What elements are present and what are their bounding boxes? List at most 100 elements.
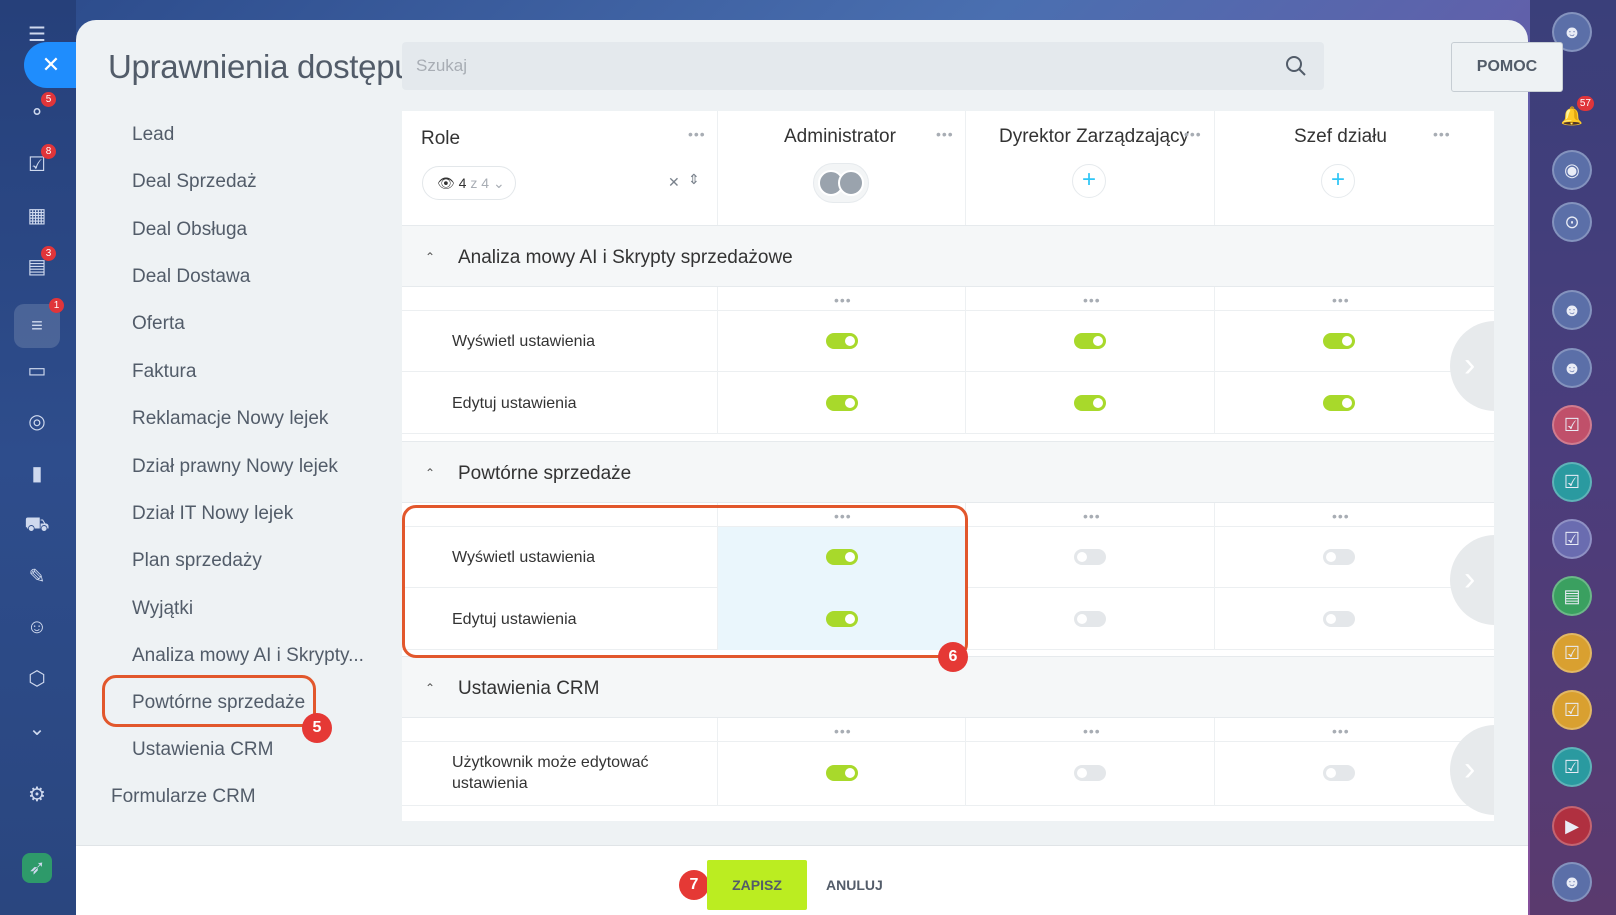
analytics-icon[interactable]: ▮ xyxy=(22,459,52,489)
target-icon[interactable]: ◎ xyxy=(22,407,52,437)
permission-toggle[interactable] xyxy=(1074,395,1106,411)
sign-icon[interactable]: ✎ xyxy=(22,562,52,592)
administrator-members[interactable] xyxy=(813,163,869,203)
crm-funnel-icon[interactable]: ≡ 1 xyxy=(14,298,64,348)
cart-icon[interactable]: ⛟ xyxy=(22,510,52,540)
sidebar-item-exceptions[interactable]: Wyjątki xyxy=(132,598,193,620)
save-button[interactable]: ZAPISZ xyxy=(707,860,807,910)
column-divider xyxy=(965,718,966,742)
task-chat-icon[interactable]: ☑ xyxy=(1552,405,1592,445)
sidebar-item-ai-speech[interactable]: Analiza mowy AI i Skrypty... xyxy=(132,645,364,667)
chevron-up-icon[interactable]: ⌃ xyxy=(425,681,435,695)
contact-avatar[interactable]: ☻ xyxy=(1552,348,1592,388)
sidebar-item-legal[interactable]: Dział prawny Nowy lejek xyxy=(132,456,338,478)
section-header[interactable]: ⌃ Analiza mowy AI i Skrypty sprzedażowe xyxy=(402,225,1494,287)
column-divider xyxy=(1214,718,1215,742)
column-menu-icon[interactable]: ••• xyxy=(1083,724,1101,738)
sidebar-item-quote[interactable]: Oferta xyxy=(132,313,185,335)
contact-avatar[interactable]: ☻ xyxy=(1552,862,1592,902)
task-chat-icon[interactable]: ☑ xyxy=(1552,633,1592,673)
add-member-button[interactable]: + xyxy=(1072,164,1106,198)
sidebar-item-deal-sales[interactable]: Deal Sprzedaż xyxy=(132,171,257,193)
permission-toggle[interactable] xyxy=(1074,765,1106,781)
notifications-icon[interactable]: 🔔 57 xyxy=(1552,96,1594,138)
contact-avatar[interactable]: ☻ xyxy=(1552,290,1592,330)
permission-toggle[interactable] xyxy=(826,395,858,411)
column-header-administrator: Administrator xyxy=(784,126,896,147)
permission-toggle[interactable] xyxy=(1323,549,1355,565)
sales-badge: 5 xyxy=(41,92,56,107)
permission-row: Wyświetl ustawienia xyxy=(402,311,1494,372)
sidebar-item-lead[interactable]: Lead xyxy=(132,124,174,146)
calendar-icon[interactable]: ▦ xyxy=(22,201,52,231)
permission-toggle[interactable] xyxy=(1323,395,1355,411)
permission-toggle[interactable] xyxy=(1074,611,1106,627)
permission-toggle[interactable] xyxy=(1074,333,1106,349)
close-panel-button[interactable]: ✕ xyxy=(24,42,76,88)
settings-gear-icon[interactable]: ⚙ xyxy=(22,780,52,810)
sidebar-item-complaints[interactable]: Reklamacje Nowy lejek xyxy=(132,408,328,430)
column-divider xyxy=(965,372,966,434)
sales-funnel-icon[interactable]: ⚬ 5 xyxy=(22,92,56,128)
section-menu-row: ••• ••• ••• xyxy=(402,718,1494,742)
column-menu-icon[interactable]: ••• xyxy=(936,127,954,141)
column-divider xyxy=(1214,527,1215,588)
permission-label: Użytkownik może edytować ustawienia xyxy=(452,754,649,792)
column-menu-icon[interactable]: ••• xyxy=(1332,724,1350,738)
permission-toggle[interactable] xyxy=(1323,611,1355,627)
store-icon[interactable]: ▭ xyxy=(22,356,52,386)
column-menu-icon[interactable]: ••• xyxy=(1083,509,1101,523)
cancel-button[interactable]: ANULUJ xyxy=(826,860,883,910)
document-chat-icon[interactable]: ▤ xyxy=(1552,576,1592,616)
contacts-icon[interactable]: ▤ 3 xyxy=(22,246,56,282)
column-menu-icon[interactable]: ••• xyxy=(1184,127,1202,141)
search-box[interactable] xyxy=(402,42,1324,90)
chevron-down-icon[interactable]: ⌄ xyxy=(22,714,52,744)
help-button[interactable]: POMOC xyxy=(1451,42,1563,92)
add-member-button[interactable]: + xyxy=(1321,164,1355,198)
sidebar-item-sales-plan[interactable]: Plan sprzedaży xyxy=(132,550,262,572)
sort-icon[interactable]: ⇕ xyxy=(688,171,700,188)
permission-toggle[interactable] xyxy=(1323,765,1355,781)
task-chat-icon[interactable]: ☑ xyxy=(1552,519,1592,559)
right-rail: ☻ 🔔 57 ◉ ⊙ ☻ ☻ ☑ ☑ ☑ ▤ ☑ ☑ ☑ ▶ ☻ xyxy=(1530,0,1616,915)
sidebar-item-deal-service[interactable]: Deal Obsługa xyxy=(132,219,247,241)
rocket-icon[interactable]: ➶ xyxy=(22,853,52,883)
column-divider xyxy=(965,311,966,372)
search-chat-icon[interactable]: ⊙ xyxy=(1552,202,1592,242)
sidebar-item-crm-forms[interactable]: Formularze CRM xyxy=(111,786,256,808)
column-menu-icon[interactable]: ••• xyxy=(1332,509,1350,523)
column-divider xyxy=(1214,742,1215,806)
role-filter-dropdown[interactable]: 👁 4 z 4 ⌄ xyxy=(422,166,516,200)
sidebar-item-it[interactable]: Dział IT Nowy lejek xyxy=(132,503,293,525)
collapse-icon[interactable]: ✕ xyxy=(668,174,680,191)
tasks-icon[interactable]: ☑ 8 xyxy=(22,144,56,180)
permission-toggle[interactable] xyxy=(1323,333,1355,349)
pulse-icon[interactable]: ◉ xyxy=(1552,150,1592,190)
task-chat-icon[interactable]: ☑ xyxy=(1552,690,1592,730)
bot-icon[interactable]: ☺ xyxy=(22,612,52,642)
column-menu-icon[interactable]: ••• xyxy=(834,724,852,738)
chevron-up-icon[interactable]: ⌃ xyxy=(425,250,435,264)
column-menu-icon[interactable]: ••• xyxy=(1332,293,1350,307)
search-icon[interactable] xyxy=(1284,54,1308,78)
chevron-up-icon[interactable]: ⌃ xyxy=(425,466,435,480)
roles-header: Role xyxy=(421,128,461,149)
column-menu-icon[interactable]: ••• xyxy=(1083,293,1101,307)
video-call-icon[interactable]: ▶ xyxy=(1552,806,1592,846)
column-menu-icon[interactable]: ••• xyxy=(1433,127,1451,141)
roles-menu-icon[interactable]: ••• xyxy=(688,127,706,141)
permission-toggle[interactable] xyxy=(1074,549,1106,565)
task-chat-icon[interactable]: ☑ xyxy=(1552,747,1592,787)
permission-toggle[interactable] xyxy=(826,333,858,349)
column-menu-icon[interactable]: ••• xyxy=(834,293,852,307)
permission-toggle[interactable] xyxy=(826,765,858,781)
sidebar-item-deal-delivery[interactable]: Deal Dostawa xyxy=(132,266,250,288)
task-chat-icon[interactable]: ☑ xyxy=(1552,462,1592,502)
sidebar-item-crm-settings[interactable]: Ustawienia CRM xyxy=(132,739,273,761)
section-header[interactable]: ⌃ Powtórne sprzedaże xyxy=(402,441,1494,503)
sidebar-item-invoice[interactable]: Faktura xyxy=(132,361,196,383)
column-divider xyxy=(1214,372,1215,434)
box-icon[interactable]: ⬡ xyxy=(22,664,52,694)
search-input[interactable] xyxy=(402,42,1324,90)
